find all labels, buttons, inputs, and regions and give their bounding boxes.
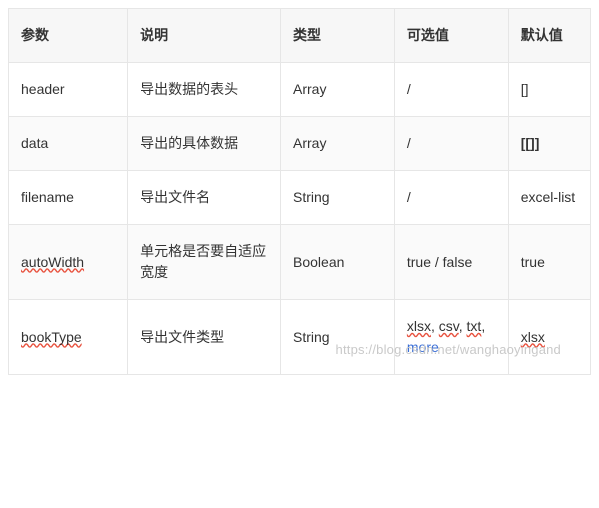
cell-desc: 导出文件名 — [128, 171, 281, 225]
more-link[interactable]: more — [407, 339, 439, 355]
cell-type: Array — [281, 63, 395, 117]
table-row: data 导出的具体数据 Array / [[]] — [9, 117, 591, 171]
opt-text: csv — [439, 318, 459, 334]
param-text: bookType — [21, 329, 82, 345]
table-header-row: 参数 说明 类型 可选值 默认值 — [9, 9, 591, 63]
table-row: header 导出数据的表头 Array / [] — [9, 63, 591, 117]
cell-def: xlsx — [508, 300, 590, 375]
cell-type: String — [281, 300, 395, 375]
cell-desc: 导出数据的表头 — [128, 63, 281, 117]
cell-def: [[]] — [508, 117, 590, 171]
col-header-type: 类型 — [281, 9, 395, 63]
cell-def: true — [508, 225, 590, 300]
cell-param: bookType — [9, 300, 128, 375]
cell-desc: 单元格是否要自适应宽度 — [128, 225, 281, 300]
cell-desc: 导出的具体数据 — [128, 117, 281, 171]
cell-def: excel-list — [508, 171, 590, 225]
table-row: filename 导出文件名 String / excel-list — [9, 171, 591, 225]
cell-param: data — [9, 117, 128, 171]
cell-opts: true / false — [394, 225, 508, 300]
cell-type: Array — [281, 117, 395, 171]
def-text: xlsx — [521, 329, 545, 345]
cell-desc: 导出文件类型 — [128, 300, 281, 375]
table-row: autoWidth 单元格是否要自适应宽度 Boolean true / fal… — [9, 225, 591, 300]
cell-opts: / — [394, 117, 508, 171]
cell-opts: / — [394, 63, 508, 117]
cell-opts: / — [394, 171, 508, 225]
col-header-def: 默认值 — [508, 9, 590, 63]
cell-opts: xlsx, csv, txt, more — [394, 300, 508, 375]
col-header-param: 参数 — [9, 9, 128, 63]
cell-type: Boolean — [281, 225, 395, 300]
opt-text: txt — [467, 318, 482, 334]
cell-type: String — [281, 171, 395, 225]
param-text: autoWidth — [21, 254, 84, 270]
cell-def: [] — [508, 63, 590, 117]
table-row: bookType 导出文件类型 String xlsx, csv, txt, m… — [9, 300, 591, 375]
col-header-desc: 说明 — [128, 9, 281, 63]
cell-param: header — [9, 63, 128, 117]
col-header-opts: 可选值 — [394, 9, 508, 63]
opt-text: xlsx — [407, 318, 431, 334]
cell-param: filename — [9, 171, 128, 225]
params-table: 参数 说明 类型 可选值 默认值 header 导出数据的表头 Array / … — [8, 8, 591, 375]
cell-param: autoWidth — [9, 225, 128, 300]
